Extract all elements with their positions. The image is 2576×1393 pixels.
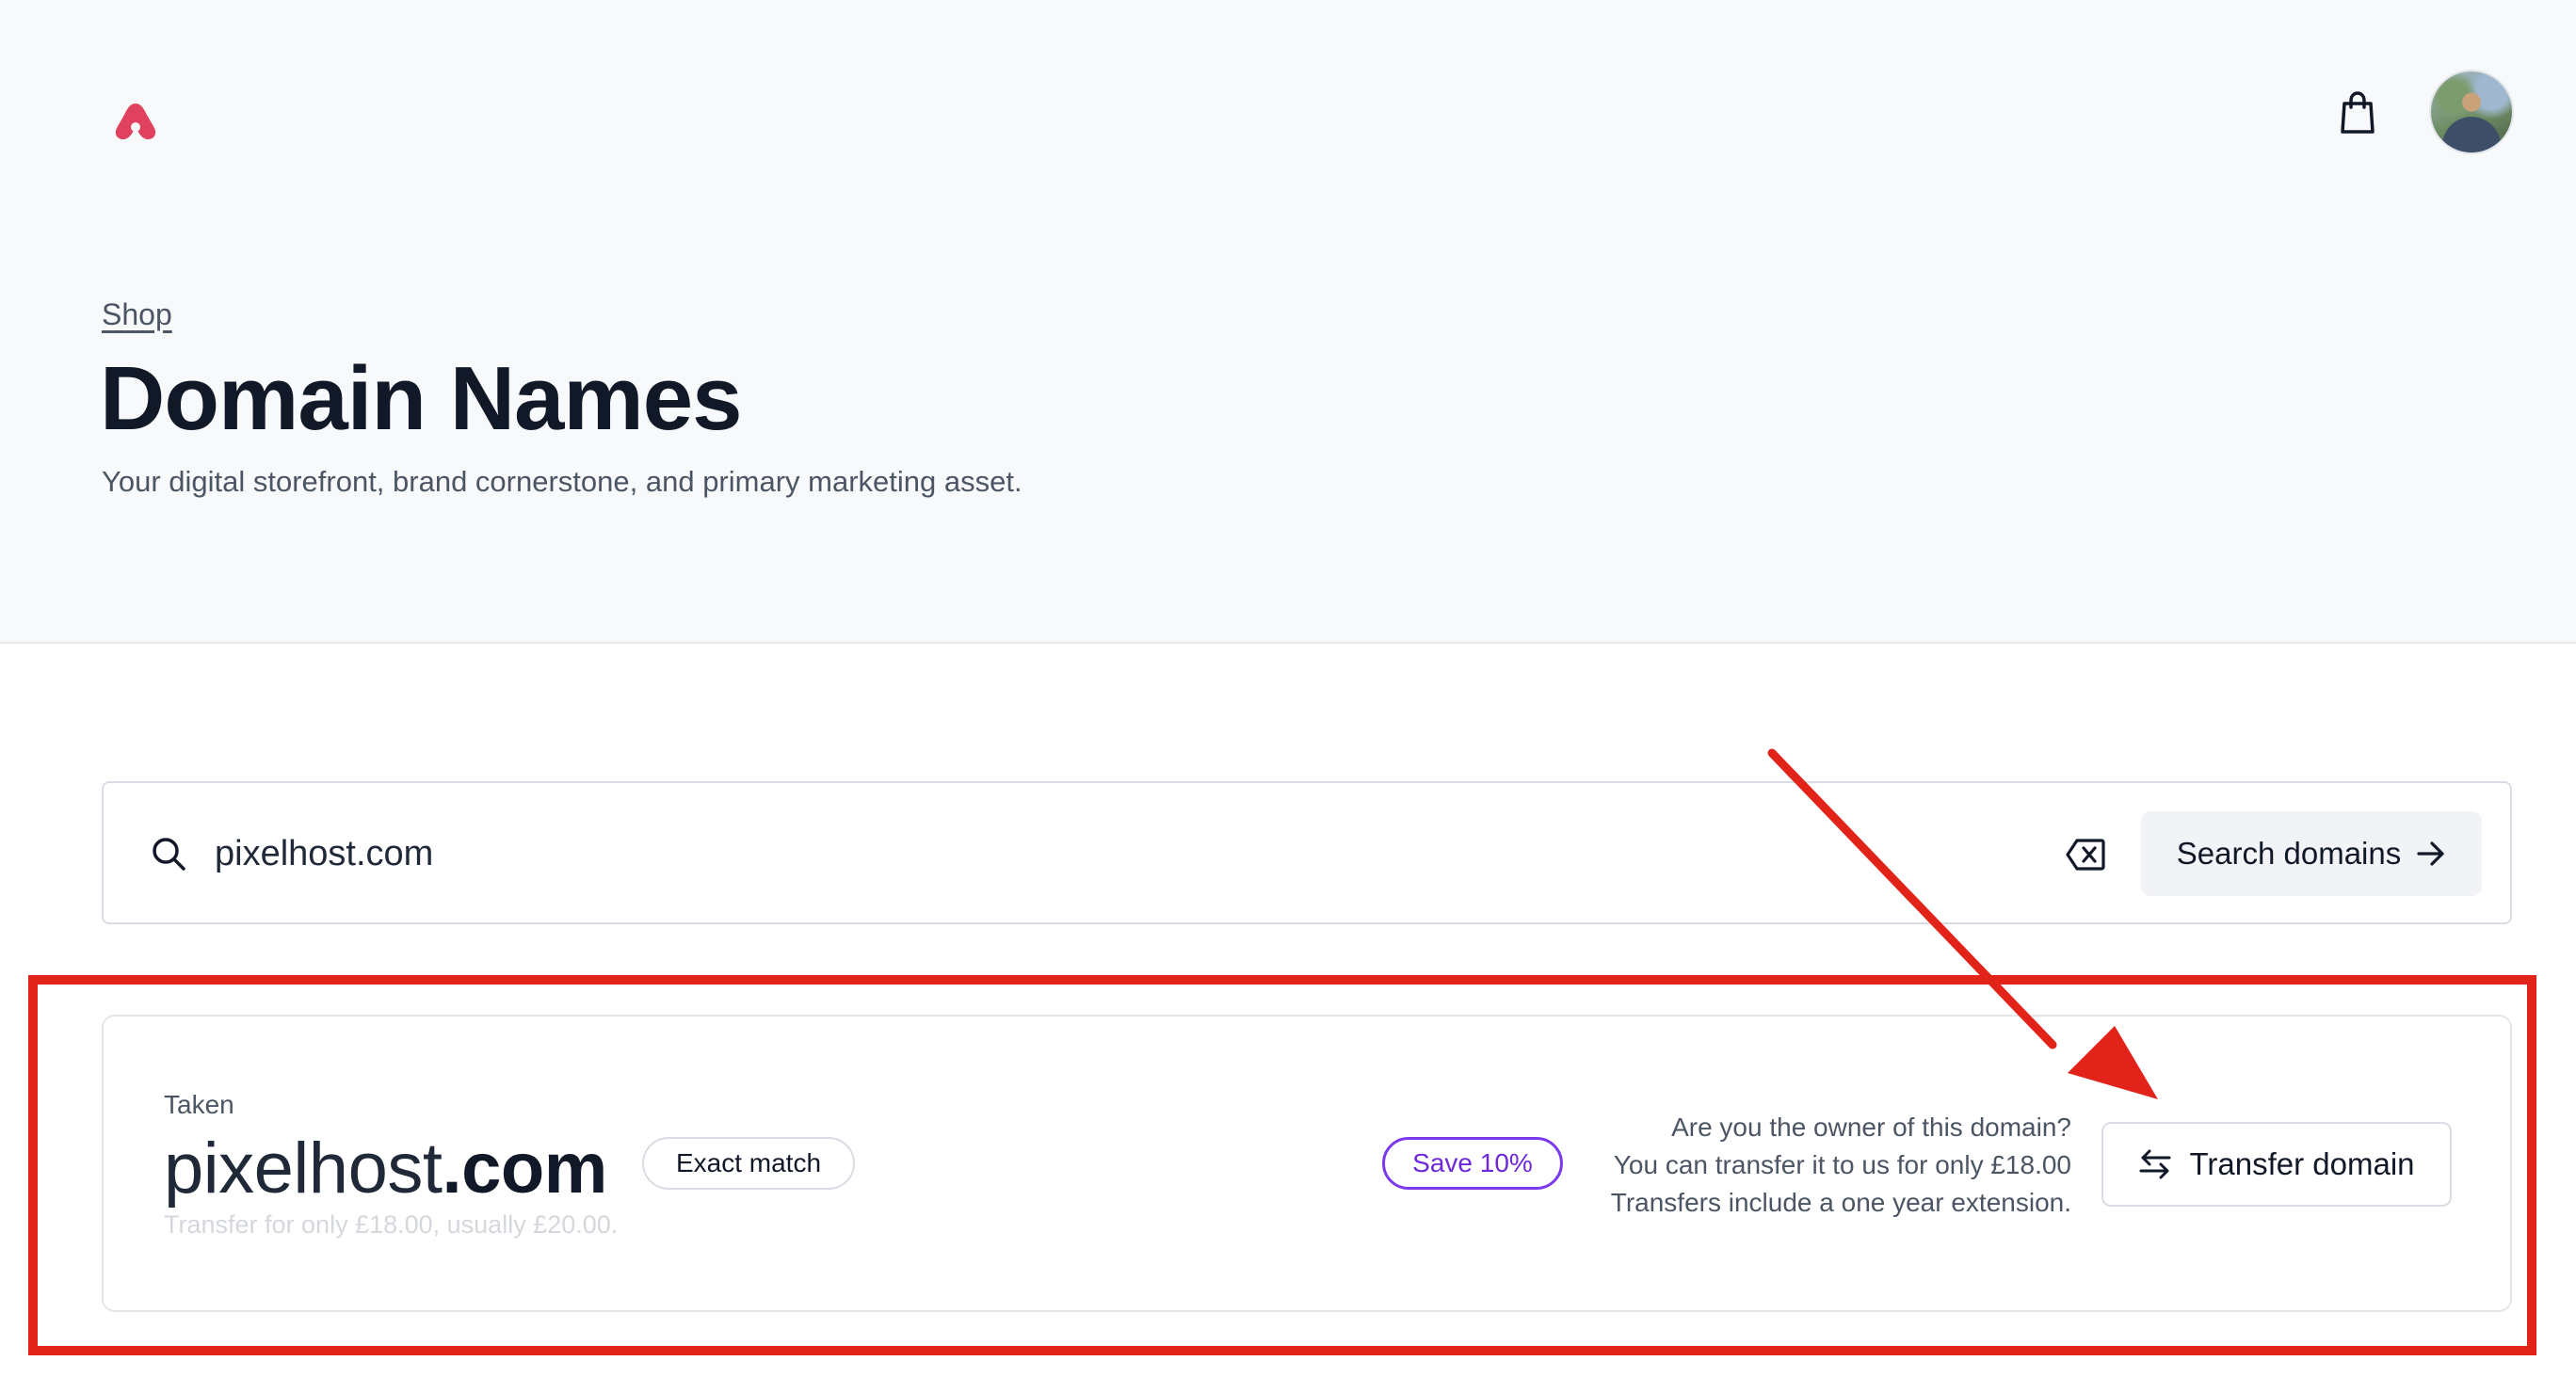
arrow-right-icon bbox=[2417, 841, 2444, 866]
page-title: Domain Names bbox=[100, 348, 743, 449]
swap-arrows-icon bbox=[2139, 1149, 2171, 1179]
search-domains-label: Search domains bbox=[2176, 836, 2402, 871]
page: Shop Domain Names Your digital storefron… bbox=[0, 0, 2576, 1393]
domain-result-card: Taken pixelhost.com Exact match Transfer… bbox=[102, 1015, 2512, 1312]
search-icon bbox=[153, 838, 185, 871]
domain-search-input[interactable] bbox=[215, 825, 2004, 883]
breadcrumb-shop[interactable]: Shop bbox=[102, 297, 172, 332]
transfer-price-line: You can transfer it to us for only £18.0… bbox=[1613, 1150, 2071, 1179]
search-domains-button[interactable]: Search domains bbox=[2141, 811, 2482, 896]
transfer-info-text: Are you the owner of this domain? You ca… bbox=[1572, 1109, 2071, 1222]
save-discount-badge: Save 10% bbox=[1382, 1137, 1563, 1190]
clear-input-icon[interactable] bbox=[2066, 838, 2105, 872]
transfer-price-note: Transfer for only £18.00, usually £20.00… bbox=[164, 1210, 619, 1239]
exact-match-badge: Exact match bbox=[642, 1137, 855, 1190]
shopping-bag-icon[interactable] bbox=[2337, 90, 2378, 136]
domain-name: pixelhost.com bbox=[164, 1124, 607, 1214]
page-header: Shop Domain Names Your digital storefron… bbox=[0, 0, 2576, 644]
transfer-domain-label: Transfer domain bbox=[2189, 1146, 2415, 1181]
transfer-domain-button[interactable]: Transfer domain bbox=[2101, 1122, 2452, 1207]
domain-name-label: pixelhost bbox=[164, 1129, 443, 1209]
page-subtitle: Your digital storefront, brand cornersto… bbox=[102, 465, 1022, 498]
domain-tld: .com bbox=[442, 1129, 607, 1209]
owner-question: Are you the owner of this domain? bbox=[1671, 1113, 2071, 1142]
brand-logo-icon[interactable] bbox=[113, 102, 158, 141]
domain-search-bar: Search domains bbox=[102, 781, 2512, 924]
availability-status: Taken bbox=[164, 1090, 234, 1119]
user-avatar[interactable] bbox=[2429, 70, 2514, 154]
transfer-extension-line: Transfers include a one year extension. bbox=[1610, 1188, 2071, 1217]
